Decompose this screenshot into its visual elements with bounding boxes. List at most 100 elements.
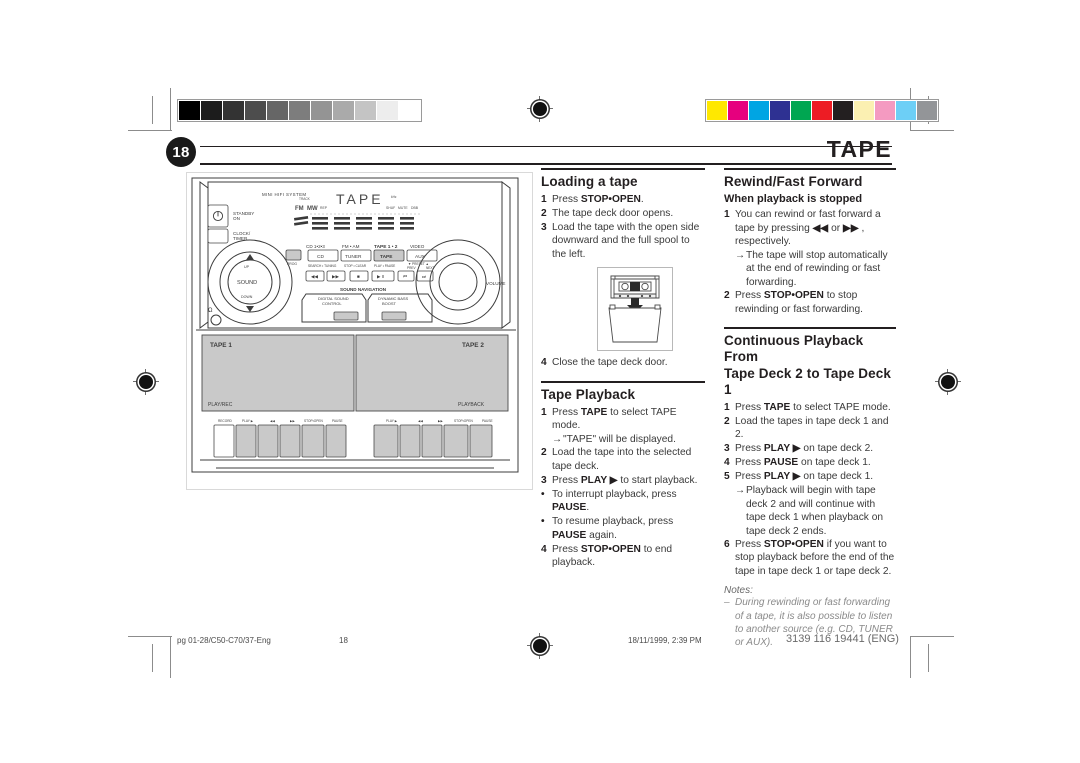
playback-section-rule bbox=[541, 380, 705, 383]
svg-text:ON: ON bbox=[233, 216, 240, 221]
svg-text:⏮: ⏮ bbox=[403, 274, 407, 279]
crop-mark-bottom-right-vertical bbox=[910, 636, 911, 678]
step-number: • bbox=[541, 488, 545, 500]
step-number: 1 bbox=[724, 401, 730, 413]
color-calibration-strip bbox=[705, 99, 939, 122]
step-number: 2 bbox=[724, 415, 730, 427]
rewind-steps-list: 1 You can rewind or fast forward a tape b… bbox=[724, 208, 896, 316]
svg-text:Ω: Ω bbox=[208, 308, 213, 314]
loading-step-4-list: 4 Close the tape deck door. bbox=[541, 356, 705, 369]
instruction-step: 4 Press PAUSE on tape deck 1. bbox=[724, 456, 896, 469]
svg-text:DBB: DBB bbox=[411, 206, 419, 210]
manual-page: 18 TAPE .ln{fill:none;stroke:#3c3c3c;str… bbox=[0, 0, 1080, 763]
step-number: 2 bbox=[541, 447, 547, 459]
color-swatch bbox=[875, 101, 895, 120]
instruction-step: 6 Press STOP•OPEN if you want to stop pla… bbox=[724, 538, 896, 578]
crop-mark-top-right-horizontal bbox=[910, 130, 954, 131]
color-swatch bbox=[707, 101, 727, 120]
step-text: Press STOP•OPEN to end playback. bbox=[552, 543, 673, 569]
svg-text:▶▶: ▶▶ bbox=[438, 419, 443, 423]
step-number: 3 bbox=[541, 474, 547, 486]
instruction-step: 2 Load the tape into the selected tape de… bbox=[541, 446, 705, 473]
registration-target-bottom-center bbox=[527, 633, 553, 659]
continuous-heading-line1: Continuous Playback From bbox=[724, 333, 864, 365]
color-swatch bbox=[728, 101, 748, 120]
svg-text:PAUSE: PAUSE bbox=[482, 419, 493, 423]
result-note: → The tape will stop automatically at the… bbox=[735, 249, 896, 289]
middle-column: Loading a tape 1 Press STOP•OPEN. 2 The tap… bbox=[541, 168, 705, 570]
continuous-steps-list: 1 Press TAPE to select TAPE mode. 2 Load th… bbox=[724, 401, 896, 578]
rewind-subheading: When playback is stopped bbox=[724, 192, 863, 205]
step-text: Load the tapes in tape deck 1 and 2. bbox=[735, 415, 889, 441]
continuous-heading-line2: Tape Deck 2 to Tape Deck 1 bbox=[724, 366, 891, 397]
note-dash: – bbox=[724, 597, 730, 609]
step-number: • bbox=[541, 516, 545, 528]
color-swatch bbox=[812, 101, 832, 120]
step-text: Press TAPE to select TAPE mode. bbox=[552, 406, 677, 432]
result-note: → Playback will begin with tape deck 2 an… bbox=[735, 484, 896, 538]
step-number: 1 bbox=[541, 406, 547, 418]
loading-heading: Loading a tape bbox=[541, 174, 638, 189]
svg-text:◀◀: ◀◀ bbox=[270, 419, 275, 423]
svg-text:SOUND: SOUND bbox=[237, 280, 257, 286]
instruction-bullet: • To resume playback, press PAUSE again. bbox=[541, 515, 705, 542]
svg-text:VIDEO: VIDEO bbox=[410, 244, 425, 249]
svg-text:FM • AM: FM • AM bbox=[342, 244, 360, 249]
notes-label: Notes: bbox=[724, 585, 753, 597]
grayscale-swatch bbox=[223, 101, 244, 120]
svg-text:◀◀: ◀◀ bbox=[418, 419, 423, 423]
svg-text:kHz: kHz bbox=[391, 195, 397, 199]
arrow-icon: → bbox=[735, 249, 746, 261]
header-rule-bottom bbox=[200, 163, 892, 165]
svg-text:TUNER: TUNER bbox=[345, 254, 362, 260]
loading-section-rule bbox=[541, 168, 705, 170]
grayscale-swatch bbox=[245, 101, 266, 120]
svg-text:◀◀: ◀◀ bbox=[311, 274, 319, 279]
svg-text:CD 1•2•3: CD 1•2•3 bbox=[306, 244, 325, 249]
step-text: Press PLAY ▶ on tape deck 2. bbox=[735, 443, 874, 455]
step-text: Press STOP•OPEN. bbox=[552, 193, 644, 205]
color-swatch bbox=[770, 101, 790, 120]
svg-text:PLAY • PAUSE: PLAY • PAUSE bbox=[374, 264, 395, 268]
grayscale-swatch bbox=[267, 101, 288, 120]
crop-mark-top-left-outer bbox=[152, 96, 153, 124]
svg-text:PAUSE: PAUSE bbox=[332, 419, 343, 423]
footer-timestamp: 18/11/1999, 2:39 PM bbox=[628, 636, 702, 645]
instruction-step: 4 Press STOP•OPEN to end playback. bbox=[541, 543, 705, 570]
result-note-text: Playback will begin with tape deck 2 and… bbox=[746, 485, 884, 537]
step-number: 4 bbox=[724, 457, 730, 469]
result-note-text: The tape will stop automatically at the … bbox=[746, 249, 888, 288]
step-number: 6 bbox=[724, 538, 730, 550]
step-text: To resume playback, press PAUSE again. bbox=[552, 516, 674, 541]
instruction-step: 3 Press PLAY ▶ on tape deck 2. bbox=[724, 442, 896, 455]
grayscale-swatch bbox=[311, 101, 332, 120]
svg-text:PLAY ▶: PLAY ▶ bbox=[242, 419, 254, 423]
crop-mark-top-left-horizontal bbox=[128, 130, 172, 131]
svg-text:STOP • CLEAR: STOP • CLEAR bbox=[344, 264, 367, 268]
step-number: 1 bbox=[724, 209, 730, 221]
svg-text:CONTROL: CONTROL bbox=[322, 301, 342, 306]
continuous-section-rule bbox=[724, 327, 896, 330]
svg-text:TAPE: TAPE bbox=[336, 191, 384, 207]
instruction-step: 1 You can rewind or fast forward a tape b… bbox=[724, 208, 896, 248]
svg-text:REP: REP bbox=[320, 206, 328, 210]
instruction-bullet: • To interrupt playback, press PAUSE. bbox=[541, 488, 705, 515]
instruction-step: 1 Press TAPE to select TAPE mode. bbox=[541, 406, 705, 433]
grayscale-swatch bbox=[333, 101, 354, 120]
svg-text:TRACK: TRACK bbox=[299, 197, 311, 201]
color-swatch bbox=[896, 101, 916, 120]
svg-text:▶▶: ▶▶ bbox=[332, 274, 340, 279]
color-swatch bbox=[791, 101, 811, 120]
cassette-loading-illustration bbox=[597, 267, 673, 352]
rewind-heading: Rewind/Fast Forward bbox=[724, 174, 863, 189]
step-number: 2 bbox=[541, 207, 547, 219]
step-text: The tape deck door opens. bbox=[552, 207, 674, 219]
step-text: Press STOP•OPEN if you want to stop play… bbox=[735, 538, 895, 577]
footer-document-code: 3139 116 19441 (ENG) bbox=[786, 633, 899, 645]
crop-mark-top-left-vertical bbox=[170, 88, 171, 130]
instruction-step: 1 Press STOP•OPEN. bbox=[541, 193, 705, 206]
grayscale-swatch bbox=[355, 101, 376, 120]
result-note-text: "TAPE" will be displayed. bbox=[563, 433, 676, 445]
svg-text:RECORD: RECORD bbox=[218, 419, 233, 423]
step-text: To interrupt playback, press PAUSE. bbox=[552, 488, 677, 514]
